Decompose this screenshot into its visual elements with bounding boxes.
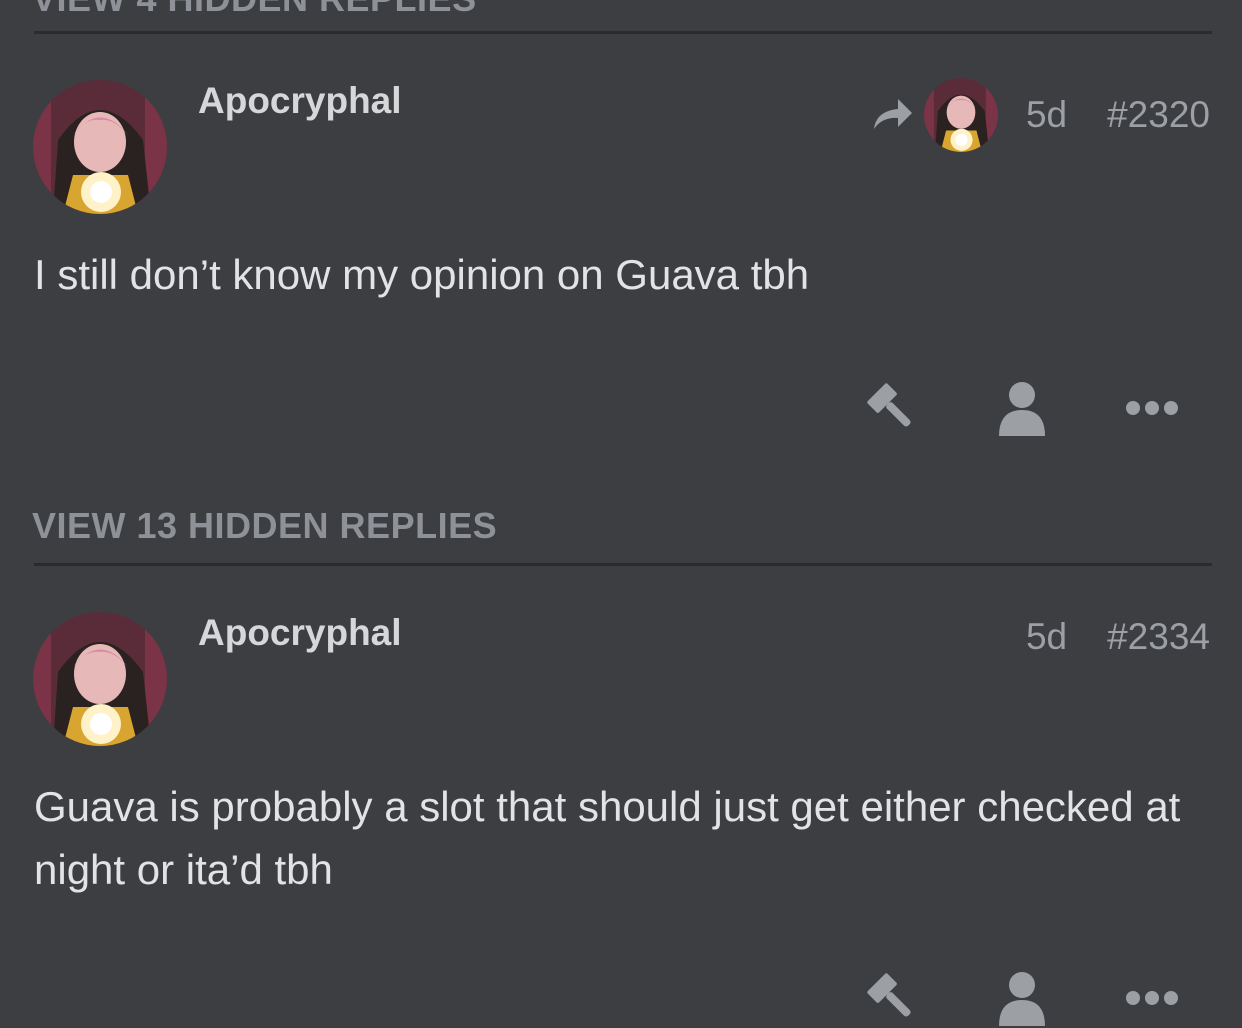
more-button[interactable]: [1122, 968, 1182, 1028]
avatar-image: [33, 80, 167, 214]
post-number[interactable]: #2320: [1107, 94, 1210, 136]
post-actions: [792, 968, 1182, 1028]
post-meta: 5d #2320: [872, 78, 1210, 152]
user-icon: [999, 972, 1045, 1026]
user-icon: [999, 382, 1045, 436]
post-body: I still don’t know my opinion on Guava t…: [34, 251, 810, 298]
user-button[interactable]: [992, 968, 1052, 1028]
more-button[interactable]: [1122, 378, 1182, 438]
username[interactable]: Apocryphal: [198, 80, 402, 122]
post-actions: [792, 378, 1182, 438]
divider: [34, 563, 1212, 566]
post-age[interactable]: 5d: [1026, 94, 1067, 136]
divider: [34, 31, 1212, 34]
gavel-icon: [867, 383, 911, 427]
reply-to-avatar: [923, 78, 998, 152]
more-icon: [1126, 401, 1178, 415]
avatar-image: [923, 78, 998, 152]
gavel-icon: [867, 973, 911, 1017]
post-number[interactable]: #2334: [1107, 616, 1210, 658]
post-body: Guava is probably a slot that should jus…: [34, 783, 1181, 893]
view-hidden-replies[interactable]: VIEW 13 HIDDEN REPLIES: [32, 505, 497, 547]
reply-to[interactable]: [872, 78, 998, 152]
post-age[interactable]: 5d: [1026, 616, 1067, 658]
avatar[interactable]: [33, 80, 167, 214]
moderate-button[interactable]: [862, 378, 922, 438]
reply-arrow-icon: [873, 99, 912, 129]
avatar[interactable]: [33, 612, 167, 746]
avatar-image: [33, 612, 167, 746]
username[interactable]: Apocryphal: [198, 612, 402, 654]
view-hidden-replies-top[interactable]: VIEW 4 HIDDEN REPLIES: [32, 0, 477, 20]
user-button[interactable]: [992, 378, 1052, 438]
more-icon: [1126, 991, 1178, 1005]
post-meta: 5d #2334: [1026, 616, 1210, 658]
moderate-button[interactable]: [862, 968, 922, 1028]
